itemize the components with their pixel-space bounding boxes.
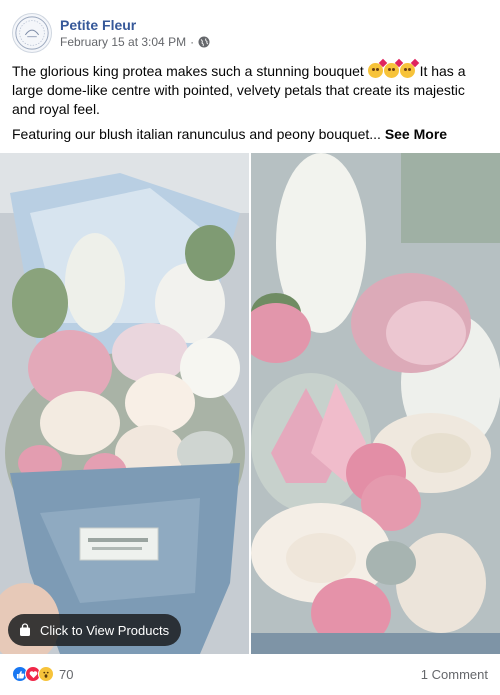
see-more-link[interactable]: See More (385, 126, 447, 142)
separator: · (190, 35, 195, 49)
smiling-face-with-hearts-icon (367, 58, 387, 78)
post-paragraph-1: The glorious king protea makes such a st… (12, 58, 488, 119)
view-products-button[interactable]: Click to View Products (8, 614, 182, 646)
post-footer: 70 1 Comment (12, 662, 488, 686)
comments-link[interactable]: 1 Comment (421, 667, 488, 682)
post-paragraph-2: Featuring our blush italian ranunculus a… (12, 125, 488, 144)
post-info: February 15 at 3:04 PM · (60, 34, 210, 50)
view-products-label: Click to View Products (40, 622, 170, 638)
smiling-face-with-hearts-icon (383, 58, 403, 78)
post-media (0, 153, 500, 654)
reactions-summary[interactable]: 70 (12, 666, 73, 682)
post-text: The glorious king protea makes such a st… (12, 58, 488, 150)
bouquet-image (0, 153, 249, 654)
post-text-line1: The glorious king protea makes such a st… (12, 63, 364, 79)
page-avatar[interactable] (12, 13, 52, 53)
bouquet-photo-left[interactable] (0, 153, 249, 654)
globe-icon[interactable] (198, 36, 210, 48)
shopping-bag-icon (20, 623, 30, 636)
logo-icon (15, 16, 49, 50)
page-name[interactable]: Petite Fleur (60, 16, 210, 34)
bouquet-closeup-image (251, 153, 500, 654)
wow-icon (38, 666, 54, 682)
reaction-count: 70 (59, 666, 74, 682)
bouquet-photo-right[interactable] (251, 153, 500, 654)
post-timestamp[interactable]: February 15 at 3:04 PM (60, 34, 186, 50)
smiling-face-with-hearts-icon (399, 58, 419, 78)
post-header: Petite Fleur February 15 at 3:04 PM · (12, 12, 210, 54)
post-text-line2: Featuring our blush italian ranunculus a… (12, 126, 381, 142)
